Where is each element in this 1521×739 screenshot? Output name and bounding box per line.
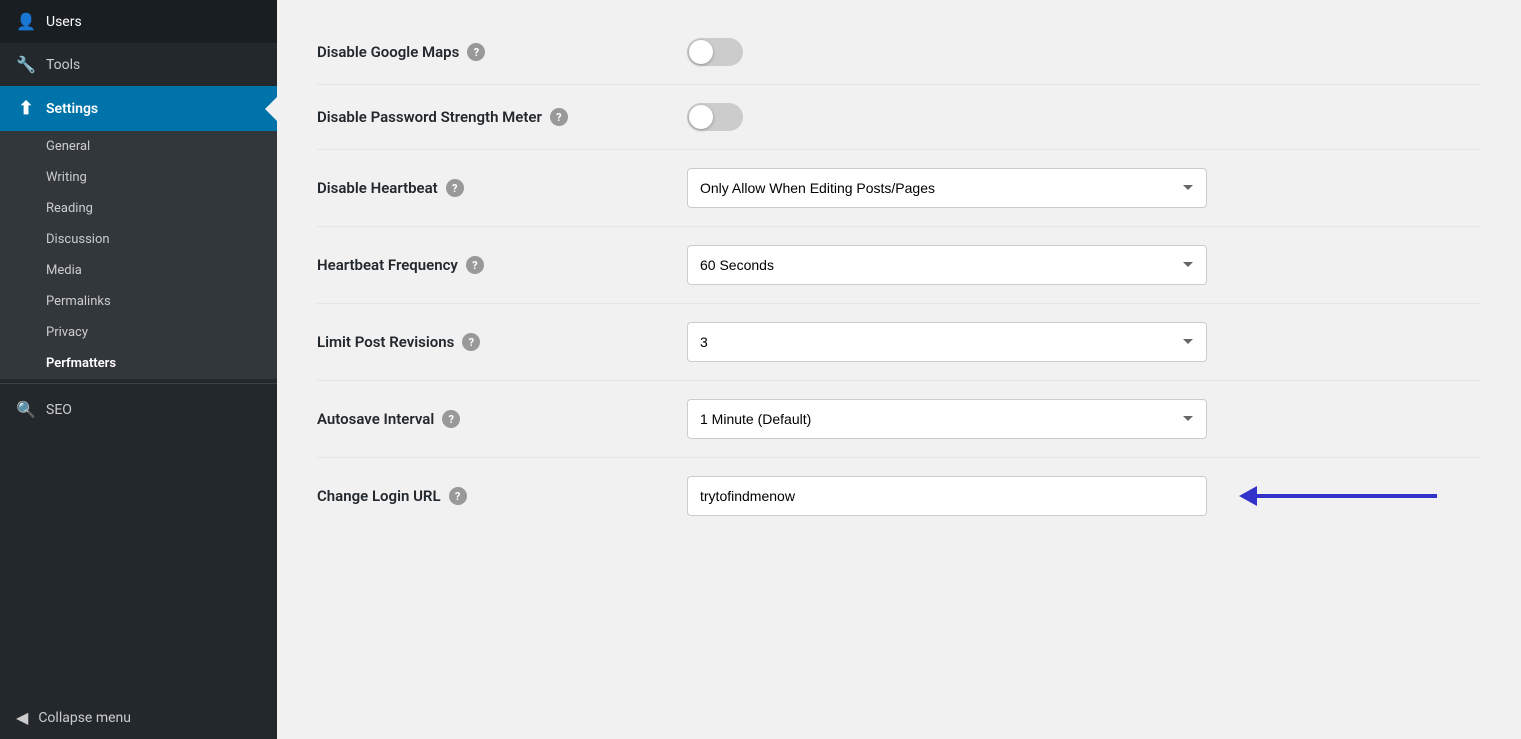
help-icon-disable-password-strength[interactable]: ? bbox=[550, 108, 568, 126]
sidebar-item-settings[interactable]: ⬆ Settings bbox=[0, 86, 277, 131]
settings-label-disable-heartbeat: Disable Heartbeat? bbox=[317, 179, 687, 197]
settings-control-change-login-url bbox=[687, 476, 1481, 516]
settings-control-disable-google-maps bbox=[687, 38, 1481, 66]
settings-label-disable-password-strength: Disable Password Strength Meter? bbox=[317, 108, 687, 126]
settings-control-limit-post-revisions: 12345Unlimited bbox=[687, 322, 1481, 362]
sidebar: 👤 Users 🔧 Tools ⬆ Settings General Writi… bbox=[0, 0, 277, 739]
settings-row-autosave-interval: Autosave Interval?1 Minute (Default)2 Mi… bbox=[317, 381, 1481, 458]
sidebar-label-tools: Tools bbox=[46, 57, 80, 73]
help-icon-change-login-url[interactable]: ? bbox=[449, 487, 467, 505]
toggle-disable-password-strength[interactable] bbox=[687, 103, 743, 131]
collapse-icon: ◀ bbox=[16, 708, 28, 727]
sidebar-label-users: Users bbox=[46, 14, 82, 30]
settings-label-heartbeat-frequency: Heartbeat Frequency? bbox=[317, 256, 687, 274]
sidebar-divider bbox=[0, 383, 277, 384]
settings-control-autosave-interval: 1 Minute (Default)2 Minutes5 Minutes10 M… bbox=[687, 399, 1481, 439]
sidebar-sub-media[interactable]: Media bbox=[0, 255, 277, 286]
sidebar-sub-privacy[interactable]: Privacy bbox=[0, 317, 277, 348]
sidebar-sub-reading[interactable]: Reading bbox=[0, 193, 277, 224]
select-limit-post-revisions[interactable]: 12345Unlimited bbox=[687, 322, 1207, 362]
settings-row-disable-password-strength: Disable Password Strength Meter? bbox=[317, 85, 1481, 150]
select-autosave-interval[interactable]: 1 Minute (Default)2 Minutes5 Minutes10 M… bbox=[687, 399, 1207, 439]
settings-label-limit-post-revisions: Limit Post Revisions? bbox=[317, 333, 687, 351]
arrow-annotation bbox=[1239, 486, 1437, 506]
help-icon-limit-post-revisions[interactable]: ? bbox=[462, 333, 480, 351]
arrow-head-icon bbox=[1239, 486, 1257, 506]
select-disable-heartbeat[interactable]: Only Allow When Editing Posts/PagesDisab… bbox=[687, 168, 1207, 208]
sidebar-item-seo[interactable]: 🔍 SEO bbox=[0, 388, 277, 431]
settings-row-limit-post-revisions: Limit Post Revisions?12345Unlimited bbox=[317, 304, 1481, 381]
main-content: Disable Google Maps? Disable Password Str… bbox=[277, 0, 1521, 739]
settings-row-disable-heartbeat: Disable Heartbeat?Only Allow When Editin… bbox=[317, 150, 1481, 227]
seo-icon: 🔍 bbox=[16, 400, 36, 419]
collapse-label: Collapse menu bbox=[38, 710, 131, 726]
help-icon-disable-heartbeat[interactable]: ? bbox=[446, 179, 464, 197]
settings-label-autosave-interval: Autosave Interval? bbox=[317, 410, 687, 428]
settings-control-heartbeat-frequency: 15 Seconds30 Seconds60 Seconds120 Second… bbox=[687, 245, 1481, 285]
toggle-disable-google-maps[interactable] bbox=[687, 38, 743, 66]
sidebar-sub-discussion[interactable]: Discussion bbox=[0, 224, 277, 255]
sidebar-label-seo: SEO bbox=[46, 402, 72, 418]
settings-control-disable-password-strength bbox=[687, 103, 1481, 131]
help-icon-heartbeat-frequency[interactable]: ? bbox=[466, 256, 484, 274]
sidebar-item-tools[interactable]: 🔧 Tools bbox=[0, 43, 277, 86]
arrow-line bbox=[1257, 494, 1437, 498]
settings-row-disable-google-maps: Disable Google Maps? bbox=[317, 20, 1481, 85]
sidebar-sub-permalinks[interactable]: Permalinks bbox=[0, 286, 277, 317]
sidebar-sub-perfmatters[interactable]: Perfmatters bbox=[0, 348, 277, 379]
select-heartbeat-frequency[interactable]: 15 Seconds30 Seconds60 Seconds120 Second… bbox=[687, 245, 1207, 285]
input-change-login-url[interactable] bbox=[687, 476, 1207, 516]
help-icon-autosave-interval[interactable]: ? bbox=[442, 410, 460, 428]
settings-submenu: General Writing Reading Discussion Media… bbox=[0, 131, 277, 379]
help-icon-disable-google-maps[interactable]: ? bbox=[467, 43, 485, 61]
settings-table: Disable Google Maps? Disable Password Str… bbox=[277, 0, 1521, 554]
sidebar-label-settings: Settings bbox=[46, 101, 98, 117]
collapse-menu-button[interactable]: ◀ Collapse menu bbox=[0, 696, 277, 739]
active-arrow bbox=[265, 97, 277, 121]
tools-icon: 🔧 bbox=[16, 55, 36, 74]
users-icon: 👤 bbox=[16, 12, 36, 31]
settings-label-change-login-url: Change Login URL? bbox=[317, 487, 687, 505]
settings-row-change-login-url: Change Login URL? bbox=[317, 458, 1481, 534]
settings-icon: ⬆ bbox=[16, 98, 36, 119]
settings-row-heartbeat-frequency: Heartbeat Frequency?15 Seconds30 Seconds… bbox=[317, 227, 1481, 304]
sidebar-sub-writing[interactable]: Writing bbox=[0, 162, 277, 193]
sidebar-sub-general[interactable]: General bbox=[0, 131, 277, 162]
sidebar-item-users[interactable]: 👤 Users bbox=[0, 0, 277, 43]
settings-label-disable-google-maps: Disable Google Maps? bbox=[317, 43, 687, 61]
settings-control-disable-heartbeat: Only Allow When Editing Posts/PagesDisab… bbox=[687, 168, 1481, 208]
